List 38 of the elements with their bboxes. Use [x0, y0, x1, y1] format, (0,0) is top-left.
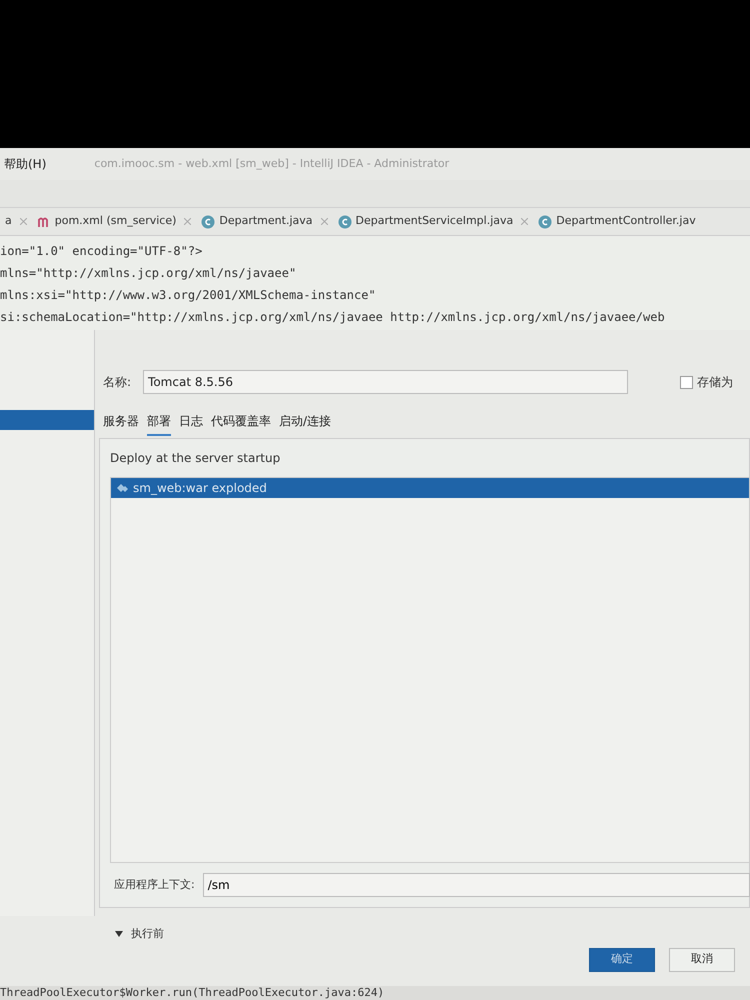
editor-tab[interactable]: DepartmentServiceImpl.java	[332, 208, 534, 235]
editor-tab[interactable]: a	[0, 208, 32, 235]
settings-tab[interactable]: 服务器	[103, 412, 139, 436]
settings-tab[interactable]: 启动/连接	[279, 412, 332, 436]
selected-config-item[interactable]	[0, 410, 94, 430]
name-field[interactable]: Tomcat 8.5.56	[143, 370, 628, 394]
editor-tab[interactable]: DepartmentController.jav	[533, 208, 701, 235]
context-label: 应用程序上下文:	[114, 876, 195, 893]
name-label: 名称:	[103, 374, 132, 391]
cancel-button[interactable]: 取消	[669, 948, 735, 972]
code-line: si:schemaLocation="http://xmlns.jcp.org/xml/ns/javaee http://xmlns.jcp.org/xml/ns/javaee/web	[0, 309, 666, 326]
close-icon[interactable]	[20, 218, 27, 225]
artifact-icon	[115, 481, 129, 495]
settings-tab[interactable]: 部署	[147, 412, 171, 436]
editor-tab[interactable]: Department.java	[196, 208, 332, 235]
code-line: ion="1.0" encoding="UTF-8"?>	[0, 243, 204, 260]
artifact-row[interactable]: sm_web:war exploded	[111, 478, 749, 498]
checkbox-label: 存储为	[697, 374, 734, 391]
code-line: mlns:xsi="http://www.w3.org/2001/XMLSchema-instance"	[0, 287, 377, 304]
editor-tab[interactable]: pom.xml (sm_service)	[32, 208, 196, 235]
class-icon	[538, 214, 552, 228]
class-icon	[338, 214, 352, 228]
code-line: mlns="http://xmlns.jcp.org/xml/ns/javaee"	[0, 265, 298, 282]
ok-button[interactable]: 确定	[589, 948, 655, 972]
maven-icon	[36, 216, 51, 228]
menu-item[interactable]: 帮助(H)	[4, 155, 46, 173]
deploy-title: Deploy at the server startup	[110, 450, 282, 467]
close-icon[interactable]	[320, 218, 328, 225]
section-label: 执行前	[131, 926, 164, 942]
checkbox[interactable]	[680, 376, 694, 388]
window-title: com.imooc.sm - web.xml [sm_web] - IntelliJ IDEA - Administrator	[94, 156, 450, 172]
settings-tab[interactable]: 代码覆盖率	[211, 412, 271, 436]
class-icon	[201, 214, 216, 228]
settings-tab[interactable]: 日志	[179, 412, 203, 436]
close-icon[interactable]	[521, 218, 528, 225]
close-icon[interactable]	[184, 218, 192, 225]
expand-icon[interactable]	[115, 931, 123, 938]
context-field[interactable]: /sm	[202, 873, 750, 897]
